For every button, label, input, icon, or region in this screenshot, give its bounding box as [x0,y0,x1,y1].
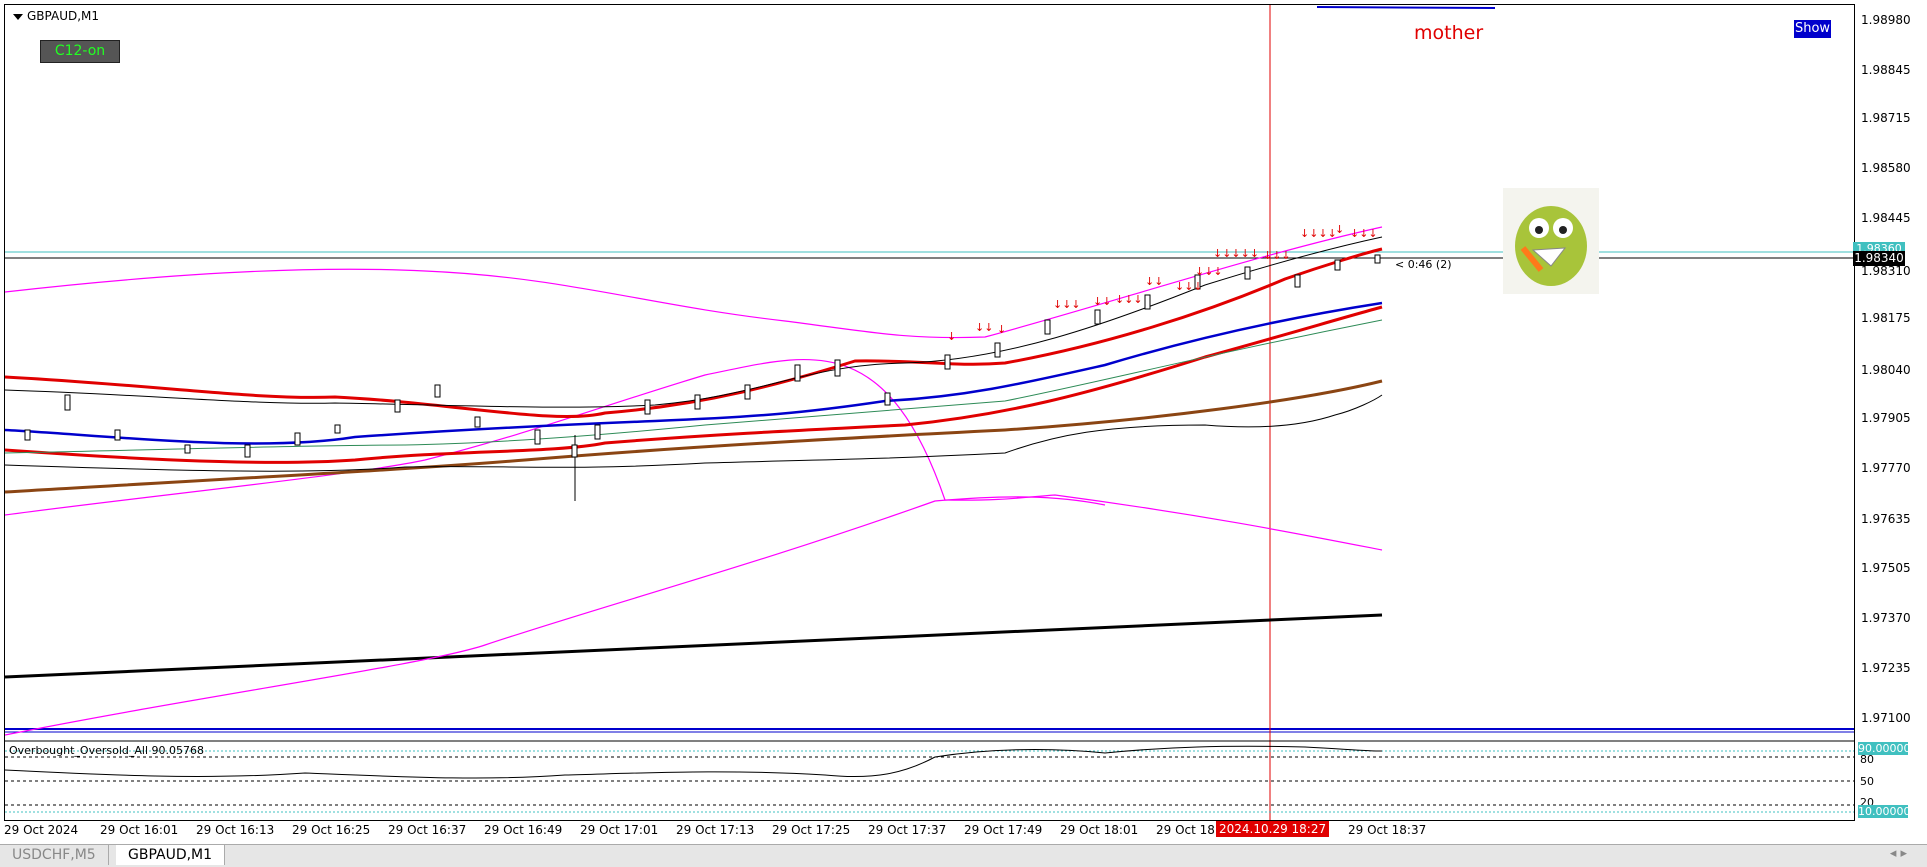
svg-text:↓: ↓ [997,323,1006,336]
osc-scale-tick: 80 [1860,753,1874,766]
price-chart[interactable]: ↓ ↓↓ ↓ ↓↓↓ ↓↓ ↓↓↓ ↓↓ ↓↓↓ ↓↓↓ ↓↓↓↓↓ ↓↓↓ ↓↓↓↓ ↓ ↓↓↓… [4,4,1855,821]
svg-text:↓↓↓: ↓↓↓ [1195,265,1223,278]
c12-toggle-button[interactable]: C12-on [40,40,120,63]
terminal-window: ↓ ↓↓ ↓ ↓↓↓ ↓↓ ↓↓↓ ↓↓ ↓↓↓ ↓↓↓ ↓↓↓↓↓ ↓↓↓ ↓↓↓↓ ↓ ↓↓↓… [0,0,1927,867]
price-tick: 1.98715 [1861,111,1911,125]
time-tick: 29 Oct 17:25 [772,823,851,837]
symbol-text: GBPAUD,M1 [27,9,100,23]
chart-canvas: ↓↓↓ ↓ ↓↓↓ ↓↓ ↓↓↓ ↓↓ ↓↓↓↓↓↓ ↓↓↓↓↓ ↓↓↓ ↓↓↓↓↓ ↓↓↓ [5,5,1854,820]
bar-timer: < 0:46 (2) [1395,258,1452,271]
time-tick: 29 Oct 18:01 [1060,823,1139,837]
svg-text:↓↓↓: ↓↓↓ [1350,227,1378,240]
mother-label: mother [1414,22,1484,44]
svg-text:↓↓: ↓↓ [1145,275,1163,288]
price-tick: 1.98845 [1861,63,1911,77]
time-tick: 29 Oct 16:13 [196,823,275,837]
svg-text:↓↓: ↓↓ [1093,295,1111,308]
collapse-triangle-icon[interactable] [13,13,23,20]
time-tick: 29 Oct 18: [1156,823,1219,837]
price-tick: 1.97905 [1861,411,1911,425]
price-axis: 1.98980 1.98845 1.98715 1.98580 1.98445 … [1853,4,1927,819]
show-button[interactable]: Show [1794,20,1831,38]
tab-gbpaud-m1[interactable]: GBPAUD,M1 [116,845,226,865]
price-tick: 1.97370 [1861,611,1911,625]
tab-scroll-arrows-icon[interactable]: ◂ ▸ [1890,846,1907,861]
time-tick: 29 Oct 2024 [4,823,79,837]
time-tick: 29 Oct 16:37 [388,823,467,837]
oscillator-lower-tag: 10.00000 [1858,805,1911,818]
price-tick: 1.97770 [1861,461,1911,475]
price-tick: 1.97505 [1861,561,1911,575]
time-tick: 29 Oct 16:49 [484,823,563,837]
svg-text:↓↓↓: ↓↓↓ [1263,249,1291,262]
osc-scale-tick: 50 [1860,775,1874,788]
current-price-tag: 1.98340 [1853,251,1905,266]
svg-text:↓↓↓↓↓: ↓↓↓↓↓ [1213,247,1259,260]
time-tick: 29 Oct 17:49 [964,823,1043,837]
svg-text:↓↓↓: ↓↓↓ [1115,293,1143,306]
chart-tabs-bar: USDCHF,M5 GBPAUD,M1 ◂ ▸ [0,844,1927,867]
crosshair-time-tag: 2024.10.29 18:27 [1216,821,1330,837]
time-tick: 29 Oct 18:37 [1348,823,1427,837]
price-tick: 1.98040 [1861,363,1911,377]
price-tick: 1.98445 [1861,211,1911,225]
time-tick: 29 Oct 16:25 [292,823,371,837]
price-tick: 1.97100 [1861,711,1911,725]
svg-text:↓: ↓ [947,330,956,343]
svg-text:↓↓↓: ↓↓↓ [1175,280,1203,293]
monster-mascot-image [1503,188,1599,294]
time-axis: 29 Oct 2024 29 Oct 16:01 29 Oct 16:13 29… [4,819,1853,841]
svg-text:↓: ↓ [1335,223,1344,236]
time-tick: 29 Oct 17:13 [676,823,755,837]
price-tick: 1.98310 [1861,264,1911,278]
price-tick: 1.97635 [1861,512,1911,526]
price-tick: 1.98980 [1861,13,1911,27]
price-tick: 1.97235 [1861,661,1911,675]
price-tick: 1.98175 [1861,311,1911,325]
svg-text:↓↓: ↓↓ [975,321,993,334]
time-tick: 29 Oct 17:01 [580,823,659,837]
svg-text:↓↓↓↓: ↓↓↓↓ [1300,227,1337,240]
time-tick: 29 Oct 17:37 [868,823,947,837]
svg-text:↓↓↓: ↓↓↓ [1053,298,1081,311]
tab-usdchf-m5[interactable]: USDCHF,M5 [0,845,109,865]
oscillator-label: Overbought_Oversold_All 90.05768 [9,744,204,757]
price-tick: 1.98580 [1861,161,1911,175]
symbol-label: GBPAUD,M1 [13,9,99,23]
time-tick: 29 Oct 16:01 [100,823,179,837]
